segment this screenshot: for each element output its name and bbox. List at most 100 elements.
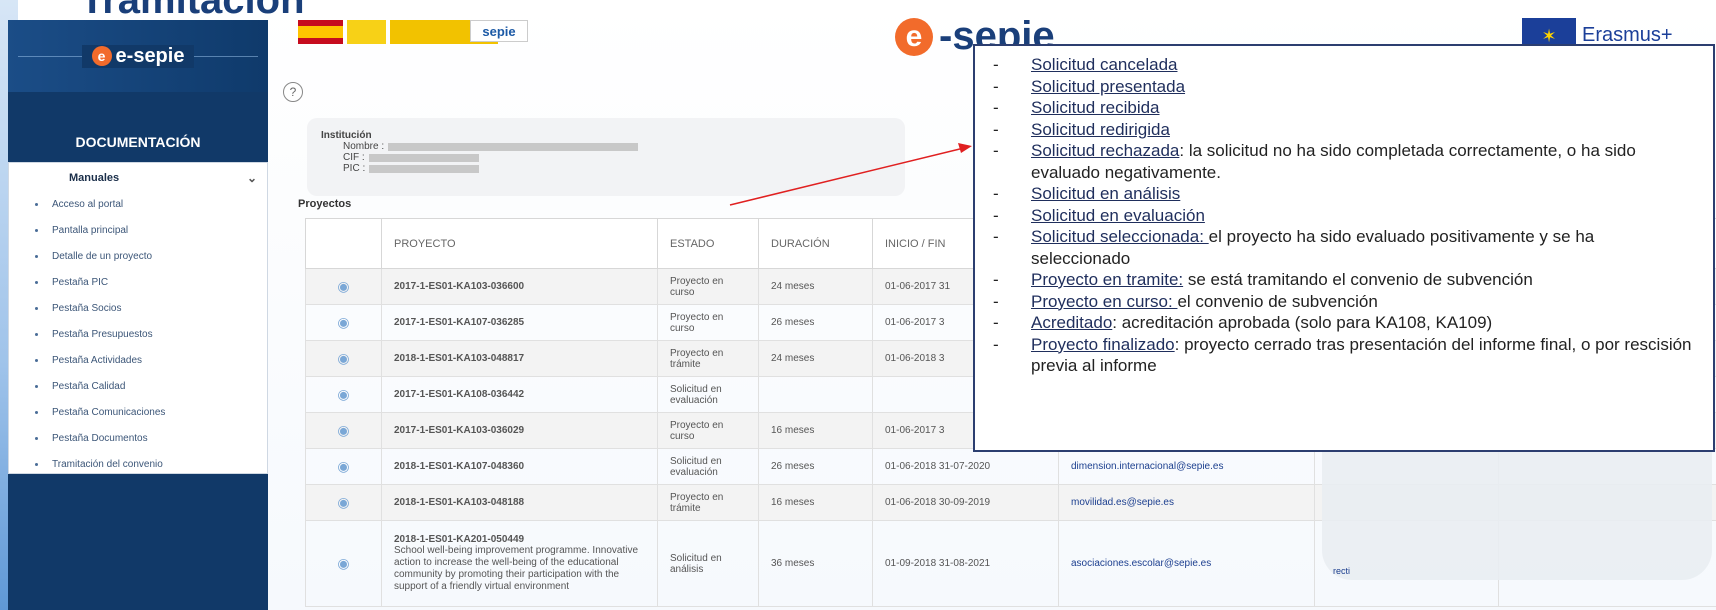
cell-proyecto: 2018-1-ES01-KA103-048188: [381, 484, 658, 521]
projects-label: Proyectos: [298, 198, 352, 210]
sidebar-item[interactable]: Pantalla principal: [9, 217, 267, 243]
manuales-panel: Manuales ⌄ Acceso al portal Pantalla prin…: [8, 162, 268, 474]
cell-duracion: 36 meses: [758, 520, 873, 607]
sidebar-item[interactable]: Pestaña Documentos: [9, 425, 267, 451]
legend-item: - Solicitud cancelada: [993, 54, 1693, 76]
sidebar-item[interactable]: Pestaña Actividades: [9, 347, 267, 373]
bullet-icon: [35, 306, 38, 310]
institution-label: Institución: [321, 130, 372, 141]
bullet-icon: [35, 280, 38, 284]
sidebar-item[interactable]: Pestaña PIC: [9, 269, 267, 295]
esepie-logo[interactable]: e e-sepie: [81, 44, 195, 68]
legend-text: Proyecto en tramite: se está tramitando …: [1031, 269, 1533, 291]
legend-text: Solicitud seleccionada: el proyecto ha s…: [1031, 226, 1693, 269]
cell-duracion: 26 meses: [758, 304, 873, 341]
dash-bullet: -: [993, 270, 999, 289]
legend-item: - Proyecto finalizado: proyecto cerrado t…: [993, 334, 1693, 377]
legend-item: - Proyecto en curso: el convenio de subve…: [993, 291, 1693, 313]
cell-duracion: 24 meses: [758, 268, 873, 305]
dash-bullet: -: [993, 227, 999, 246]
legend-term[interactable]: Solicitud redirigida: [1031, 120, 1170, 139]
sidebar-item-label: Pestaña Calidad: [52, 380, 126, 392]
sidebar: e e-sepie DOCUMENTACIÓN Manuales ⌄ Acces…: [8, 20, 268, 610]
pic-label: PIC :: [343, 163, 366, 174]
legend-term[interactable]: Proyecto en tramite:: [1031, 270, 1183, 289]
bullet-icon: [35, 384, 38, 388]
eye-icon[interactable]: ◉: [337, 278, 349, 294]
legend-term[interactable]: Solicitud presentada: [1031, 77, 1185, 96]
project-code: 2018-1-ES01-KA107-048360: [394, 461, 525, 472]
legend-desc: : acreditación aprobada (solo para KA108…: [1112, 313, 1493, 332]
cell-proyecto: 2017-1-ES01-KA108-036442: [381, 376, 658, 413]
bullet-icon: [35, 410, 38, 414]
cell-estado: Proyecto en curso: [657, 268, 759, 305]
legend-item: - Solicitud recibida: [993, 97, 1693, 119]
dash-bullet: -: [993, 76, 999, 96]
cell-fechas: 01-09-2018 31-08-2021: [872, 520, 1059, 607]
legend-term[interactable]: Solicitud seleccionada:: [1031, 227, 1209, 246]
legend-text: Solicitud en análisis: [1031, 183, 1180, 205]
sidebar-item[interactable]: Pestaña Presupuestos: [9, 321, 267, 347]
manuales-toggle[interactable]: Manuales ⌄: [9, 163, 267, 191]
sidebar-item-label: Pestaña PIC: [52, 276, 109, 288]
legend-text: Solicitud rechazada: la solicitud no ha …: [1031, 140, 1693, 183]
legend-term[interactable]: Proyecto en curso:: [1031, 292, 1177, 311]
legend-text: Proyecto finalizado: proyecto cerrado tr…: [1031, 334, 1693, 377]
gobierno-espana-logo: [298, 20, 498, 44]
sidebar-item[interactable]: Acceso al portal: [9, 191, 267, 217]
project-title: School well-being improvement programme.…: [394, 545, 639, 592]
cell-duracion: 24 meses: [758, 340, 873, 377]
legend-term[interactable]: Acreditado: [1031, 313, 1112, 332]
sidebar-item[interactable]: Pestaña Comunicaciones: [9, 399, 267, 425]
legend-item: - Solicitud en análisis: [993, 183, 1693, 205]
legend-term[interactable]: Solicitud cancelada: [1031, 55, 1177, 74]
cell-estado: Solicitud en evaluación: [657, 448, 759, 485]
extra-cell-text: recti: [1333, 566, 1351, 576]
legend-list: - Solicitud cancelada - Solicitud presentad…: [993, 54, 1693, 377]
legend-item: - Proyecto en tramite: se está tramitando…: [993, 269, 1693, 291]
legend-item: - Acreditado: acreditación aprobada (solo…: [993, 312, 1693, 334]
eye-icon[interactable]: ◉: [337, 458, 349, 474]
legend-desc: el convenio de subvención: [1177, 291, 1378, 311]
legend-term[interactable]: Proyecto finalizado: [1031, 335, 1175, 354]
cell-email: movilidad.es@sepie.es: [1058, 484, 1315, 521]
bullet-icon: [35, 332, 38, 336]
bullet-icon: [35, 254, 38, 258]
dash-bullet: -: [993, 141, 999, 160]
sidebar-item[interactable]: Detalle de un proyecto: [9, 243, 267, 269]
redacted-cif: [368, 153, 479, 162]
col-header-proyecto[interactable]: PROYECTO: [381, 218, 658, 269]
sidebar-item[interactable]: Pestaña Socios: [9, 295, 267, 321]
e-logo-icon: e: [895, 17, 933, 56]
legend-term[interactable]: Solicitud recibida: [1031, 98, 1160, 117]
sidebar-item[interactable]: Tramitación del convenio: [9, 451, 267, 477]
view-cell: ◉: [305, 412, 382, 449]
cell-duracion: 16 meses: [758, 484, 873, 521]
legend-term[interactable]: Solicitud rechazada: [1031, 141, 1179, 160]
institution-cif: CIF :: [321, 152, 891, 163]
eye-icon[interactable]: ◉: [337, 386, 349, 402]
cell-estado: Proyecto en trámite: [657, 484, 759, 521]
eye-icon[interactable]: ◉: [337, 555, 349, 571]
legend-term[interactable]: Solicitud en evaluación: [1031, 206, 1205, 225]
cell-estado: Proyecto en curso: [657, 412, 759, 449]
cell-estado: Solicitud en análisis: [657, 520, 759, 607]
view-cell: ◉: [305, 484, 382, 521]
nombre-label: Nombre :: [343, 141, 385, 152]
eye-icon[interactable]: ◉: [337, 494, 349, 510]
dash-bullet: -: [993, 55, 999, 74]
col-header-estado[interactable]: ESTADO: [657, 218, 759, 269]
col-header-duracion[interactable]: DURACIÓN: [758, 218, 873, 269]
legend-term[interactable]: Solicitud en análisis: [1031, 184, 1180, 203]
view-cell: ◉: [305, 448, 382, 485]
bullet-icon: [35, 436, 38, 440]
eye-icon[interactable]: ◉: [337, 350, 349, 366]
eye-icon[interactable]: ◉: [337, 314, 349, 330]
dash-bullet: -: [993, 98, 999, 117]
project-code: 2017-1-ES01-KA107-036285: [394, 317, 525, 328]
legend-text: Solicitud recibida: [1031, 97, 1160, 119]
eye-icon[interactable]: ◉: [337, 422, 349, 438]
dash-bullet: -: [993, 291, 999, 311]
help-icon[interactable]: ?: [283, 82, 303, 102]
sidebar-item[interactable]: Pestaña Calidad: [9, 373, 267, 399]
